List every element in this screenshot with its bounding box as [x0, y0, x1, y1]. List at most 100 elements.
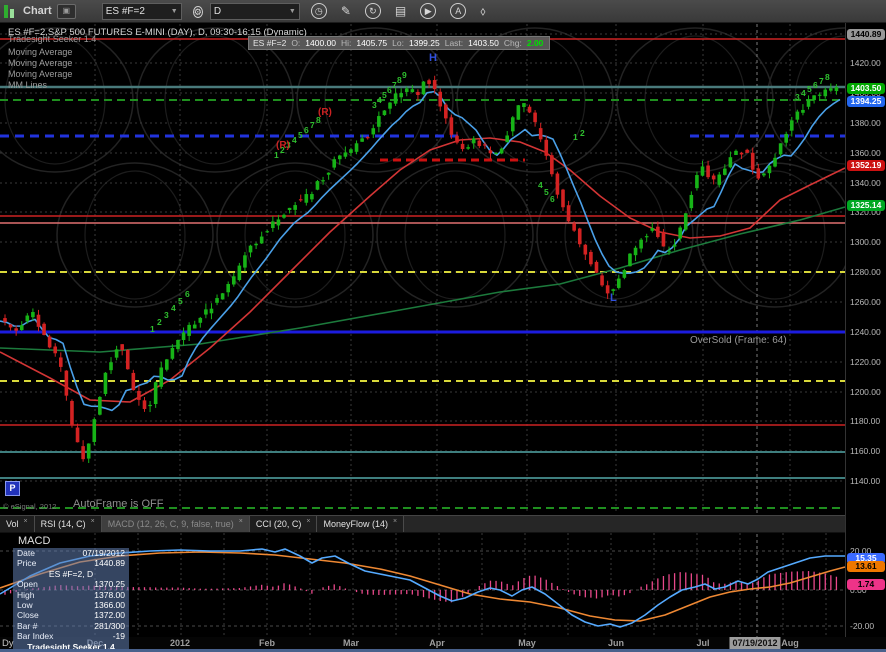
resistance-marker: (R)	[276, 140, 290, 151]
price-axis[interactable]: 1420.001400.001380.001360.001340.001320.…	[845, 22, 886, 637]
dw-label: High	[17, 589, 35, 600]
candlestick	[667, 250, 671, 252]
legend-item[interactable]: Moving Average	[8, 58, 72, 68]
candlestick	[572, 223, 576, 231]
quote-note-icon[interactable]: ▤	[395, 3, 406, 19]
candlestick	[739, 152, 744, 155]
wave-count-digit: 7	[310, 120, 315, 130]
candlestick	[377, 116, 381, 127]
legend-item[interactable]: Moving Average	[8, 69, 72, 79]
candlestick	[416, 91, 420, 95]
candlestick	[656, 226, 660, 237]
candlestick	[544, 139, 549, 156]
draw-pencil-icon[interactable]: ✎	[341, 3, 351, 19]
candlestick	[661, 231, 666, 247]
candlestick	[806, 99, 811, 107]
candlestick	[471, 138, 476, 144]
symbol-value: ES #F=2	[105, 5, 145, 17]
close-icon[interactable]: ×	[239, 518, 243, 525]
candlestick	[198, 317, 203, 323]
price-tick: 1240.00	[850, 327, 881, 337]
chart-canvas[interactable]: 1 2 3 4 5 6 7 83 4 5 6 7 8 91234564561 23 4 5 6 7 8	[0, 0, 886, 652]
auto-circle-icon[interactable]: A	[450, 3, 467, 19]
candlestick	[293, 205, 297, 210]
tab-rsi[interactable]: RSI (14, C) ×	[34, 516, 102, 532]
wave-count-digit: 6	[304, 125, 309, 135]
candlestick	[600, 275, 604, 286]
candlestick	[304, 194, 309, 203]
reload-icon[interactable]: ↻	[364, 3, 381, 19]
candlestick	[533, 112, 537, 123]
pivot-marker: P	[5, 481, 20, 496]
candlestick	[192, 324, 197, 329]
tab-macd[interactable]: MACD (12, 26, C, 9, false, true) ×	[101, 516, 250, 532]
interval-input[interactable]: D ▼	[209, 2, 300, 20]
legend-item[interactable]: Moving Average	[8, 47, 72, 57]
candlestick	[834, 87, 839, 92]
chevron-down-icon[interactable]: ▼	[289, 8, 296, 15]
candlestick	[114, 349, 119, 358]
symbol-input[interactable]: ES #F=2 ▼	[101, 2, 182, 20]
close-icon[interactable]: ×	[24, 518, 28, 525]
candlestick	[505, 135, 509, 143]
candlestick	[254, 243, 258, 246]
candlestick	[444, 104, 448, 119]
close-icon[interactable]: ×	[91, 518, 95, 525]
dw-value: 1440.89	[94, 558, 125, 569]
candlestick	[527, 106, 532, 113]
candlestick	[226, 283, 230, 293]
candlestick	[393, 93, 398, 104]
layout-badge-icon[interactable]: ▣	[56, 3, 76, 19]
data-window-row: Open 1370.25	[13, 579, 129, 589]
price-tick: 1160.00	[850, 446, 881, 456]
candlestick	[287, 207, 292, 211]
price-bubble: 1403.50	[847, 82, 885, 94]
candlestick	[271, 221, 275, 229]
close-icon[interactable]: ×	[306, 518, 310, 525]
symbol-lookup-icon[interactable]: ⚙	[192, 6, 203, 18]
time-label: Feb	[258, 638, 276, 648]
time-label: May	[518, 638, 536, 648]
legend-item[interactable]: Tradesight Seeker 1.4	[8, 34, 96, 44]
price-tick: 1380.00	[850, 118, 881, 128]
candlestick	[689, 194, 694, 209]
candlestick	[142, 400, 147, 409]
candlestick	[427, 80, 431, 84]
macd-panel-title: MACD	[18, 535, 51, 547]
close-icon[interactable]: ×	[393, 518, 397, 525]
tab-vol[interactable]: Vol ×	[0, 516, 35, 532]
data-window-row: Date 07/19/2012	[13, 548, 129, 558]
candlestick	[47, 336, 52, 348]
play-circle-icon[interactable]: ▶	[420, 3, 437, 19]
candlestick	[343, 152, 348, 157]
high-value: 1405.75	[356, 38, 388, 48]
candlestick	[538, 128, 543, 140]
eraser-icon[interactable]: ⬨	[480, 3, 485, 19]
candlestick	[795, 111, 800, 120]
price-tick: 1360.00	[850, 148, 881, 158]
wave-count-digit: 9	[402, 70, 407, 80]
candlestick	[53, 346, 58, 354]
tab-label: MoneyFlow (14)	[323, 519, 388, 529]
candlestick	[555, 173, 560, 195]
candlestick	[98, 396, 102, 415]
wave-count-digit: 4	[171, 303, 176, 313]
watermark-circle	[376, 162, 534, 308]
candlestick	[315, 181, 320, 190]
interval-clock-icon[interactable]: ◷	[310, 3, 327, 19]
candlestick	[371, 128, 376, 135]
legend-item[interactable]: MM Lines	[8, 80, 47, 90]
candlestick	[187, 324, 191, 336]
tab-moneyflow[interactable]: MoneyFlow (14) ×	[317, 516, 405, 532]
watermark-circle	[724, 170, 826, 300]
candlestick	[421, 81, 426, 95]
tab-cci[interactable]: CCI (20, C) ×	[249, 516, 318, 532]
candlestick	[784, 133, 788, 143]
chevron-down-icon[interactable]: ▼	[171, 8, 178, 15]
candlestick	[700, 166, 705, 176]
candlestick	[778, 143, 783, 155]
dw-label: Bar Index	[17, 631, 54, 642]
candlestick	[404, 88, 409, 92]
price-bubble: 1325.14	[847, 199, 885, 211]
dw-value: 1372.00	[94, 610, 125, 621]
